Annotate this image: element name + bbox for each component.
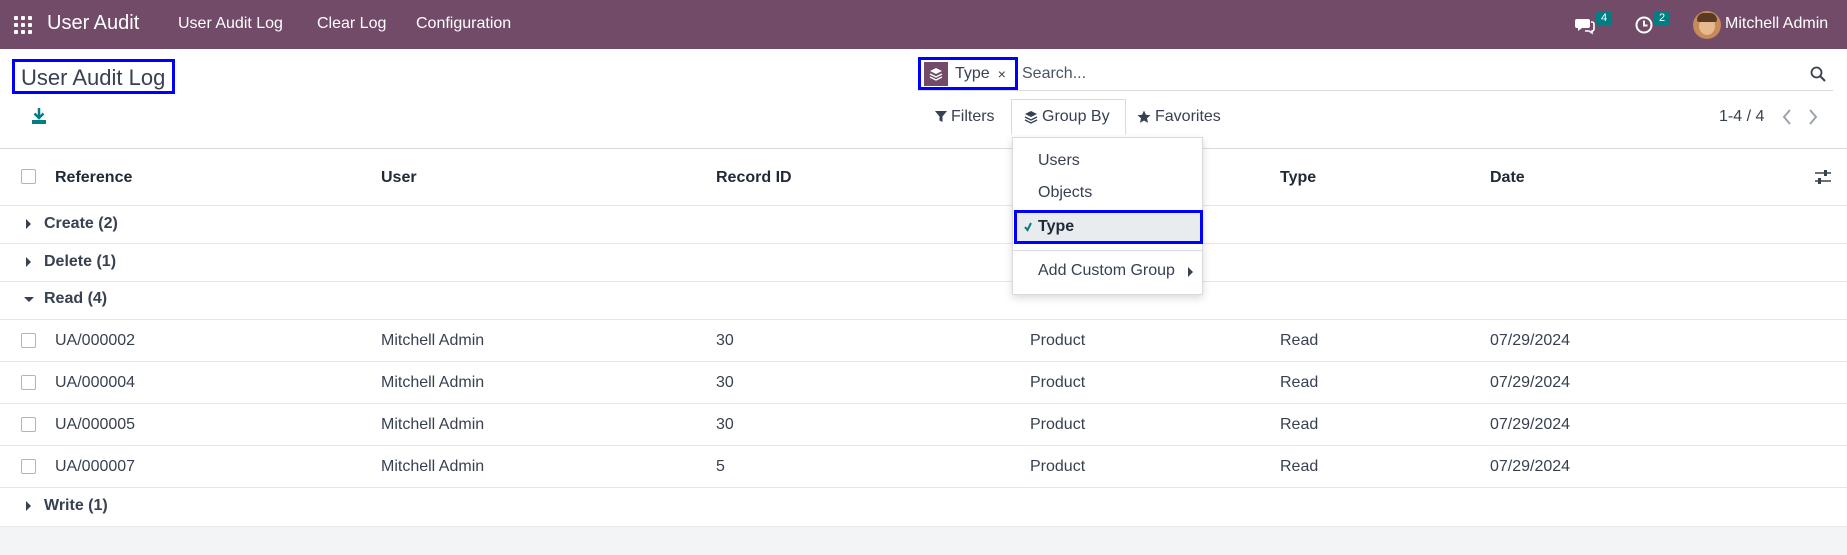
group-by-option-objects[interactable]: Objects — [1038, 184, 1092, 202]
row-checkbox[interactable] — [21, 417, 36, 432]
cell-object: Product — [1030, 332, 1086, 349]
chevron-left-icon[interactable] — [1780, 107, 1794, 127]
pager-value[interactable]: 1-4 / 4 — [1719, 108, 1764, 126]
column-type[interactable]: Type — [1280, 169, 1316, 187]
activities-clock-icon[interactable] — [1634, 15, 1654, 35]
app-name[interactable]: User Audit — [47, 12, 139, 35]
table-row[interactable]: UA/000005 Mitchell Admin 30 Product Read… — [0, 404, 1847, 446]
page-title: User Audit Log — [12, 59, 175, 94]
select-all-checkbox[interactable] — [21, 169, 36, 184]
group-by-button[interactable]: Group By — [1011, 99, 1126, 135]
menu-configuration[interactable]: Configuration — [416, 15, 511, 33]
filter-icon — [935, 111, 947, 122]
group-row-create[interactable]: Create (2) — [0, 206, 1847, 244]
cell-reference: UA/000005 — [55, 416, 136, 433]
caret-right-icon — [26, 501, 31, 511]
cell-type: Read — [1280, 374, 1319, 391]
cell-type: Read — [1280, 332, 1319, 349]
messages-badge: 4 — [1596, 11, 1613, 26]
row-checkbox[interactable] — [21, 459, 36, 474]
messages-icon[interactable] — [1575, 15, 1595, 35]
cell-reference: UA/000004 — [55, 374, 136, 391]
column-user[interactable]: User — [381, 169, 417, 187]
cell-reference: UA/000007 — [55, 458, 136, 475]
layers-icon — [1024, 111, 1038, 124]
cell-record-id: 30 — [716, 332, 734, 349]
add-custom-group[interactable]: Add Custom Group — [1038, 262, 1175, 280]
cell-user: Mitchell Admin — [381, 458, 485, 475]
cell-reference: UA/000002 — [55, 332, 136, 349]
group-row-write[interactable]: Write (1) — [0, 488, 1847, 527]
group-label: Delete (1) — [44, 253, 117, 270]
caret-down-icon — [24, 297, 34, 302]
column-date[interactable]: Date — [1490, 169, 1525, 187]
dropdown-divider — [1013, 250, 1202, 251]
facet-remove-icon[interactable]: × — [998, 66, 1006, 82]
caret-right-icon — [26, 219, 31, 229]
group-label: Create (2) — [44, 215, 118, 232]
star-icon — [1137, 110, 1151, 123]
cell-date: 07/29/2024 — [1490, 332, 1571, 349]
cell-type: Read — [1280, 458, 1319, 475]
column-record-id[interactable]: Record ID — [716, 169, 792, 187]
search-bar: Type × — [918, 57, 1833, 91]
facet-label: Type — [955, 64, 990, 82]
cell-object: Product — [1030, 374, 1086, 391]
top-navbar: User Audit User Audit Log Clear Log Conf… — [0, 0, 1847, 49]
cell-user: Mitchell Admin — [381, 332, 485, 349]
cell-type: Read — [1280, 416, 1319, 433]
group-row-read[interactable]: Read (4) — [0, 282, 1847, 320]
cell-date: 07/29/2024 — [1490, 374, 1571, 391]
optional-columns-settings-icon[interactable] — [1814, 169, 1832, 185]
favorites-label: Favorites — [1155, 108, 1221, 125]
table-row[interactable]: UA/000002 Mitchell Admin 30 Product Read… — [0, 320, 1847, 362]
cell-user: Mitchell Admin — [381, 374, 485, 391]
group-row-delete[interactable]: Delete (1) — [0, 244, 1847, 282]
checkmark-icon — [1024, 222, 1032, 232]
group-label: Write (1) — [44, 497, 108, 514]
cell-record-id: 30 — [716, 374, 734, 391]
row-checkbox[interactable] — [21, 375, 36, 390]
filters-button[interactable]: Filters — [935, 99, 995, 135]
group-label: Read (4) — [44, 290, 108, 307]
group-by-label: Group By — [1042, 108, 1110, 125]
group-by-dropdown: Users Objects Type Add Custom Group — [1012, 137, 1203, 295]
layers-icon — [924, 61, 948, 86]
cell-record-id: 5 — [716, 458, 725, 475]
user-avatar[interactable] — [1693, 11, 1721, 39]
group-by-option-label: Type — [1038, 218, 1075, 235]
cell-date: 07/29/2024 — [1490, 416, 1571, 433]
apps-menu-icon[interactable] — [14, 16, 32, 34]
user-menu-name[interactable]: Mitchell Admin — [1725, 15, 1828, 33]
search-facet-type[interactable]: Type × — [918, 57, 1018, 90]
table-header: Reference User Record ID Type Date — [0, 149, 1847, 206]
group-by-option-users[interactable]: Users — [1038, 152, 1080, 170]
caret-right-icon — [1188, 267, 1193, 277]
table-row[interactable]: UA/000004 Mitchell Admin 30 Product Read… — [0, 362, 1847, 404]
cell-date: 07/29/2024 — [1490, 458, 1571, 475]
activities-badge: 2 — [1654, 11, 1671, 26]
cell-object: Product — [1030, 416, 1086, 433]
menu-user-audit-log[interactable]: User Audit Log — [178, 15, 283, 33]
download-icon[interactable] — [31, 107, 47, 125]
control-panel: User Audit Log Type × Filters — [0, 49, 1847, 149]
row-checkbox[interactable] — [21, 333, 36, 348]
column-reference[interactable]: Reference — [55, 169, 132, 187]
cell-user: Mitchell Admin — [381, 416, 485, 433]
search-icon[interactable] — [1810, 66, 1826, 82]
chevron-right-icon[interactable] — [1806, 107, 1820, 127]
list-view: Reference User Record ID Type Date Creat… — [0, 149, 1847, 527]
group-by-option-type[interactable]: Type — [1014, 210, 1203, 244]
search-input[interactable] — [1018, 57, 1718, 90]
cell-object: Product — [1030, 458, 1086, 475]
table-row[interactable]: UA/000007 Mitchell Admin 5 Product Read … — [0, 446, 1847, 488]
caret-right-icon — [26, 257, 31, 267]
favorites-button[interactable]: Favorites — [1137, 99, 1221, 135]
menu-clear-log[interactable]: Clear Log — [317, 15, 386, 33]
filters-label: Filters — [951, 108, 995, 125]
cell-record-id: 30 — [716, 416, 734, 433]
